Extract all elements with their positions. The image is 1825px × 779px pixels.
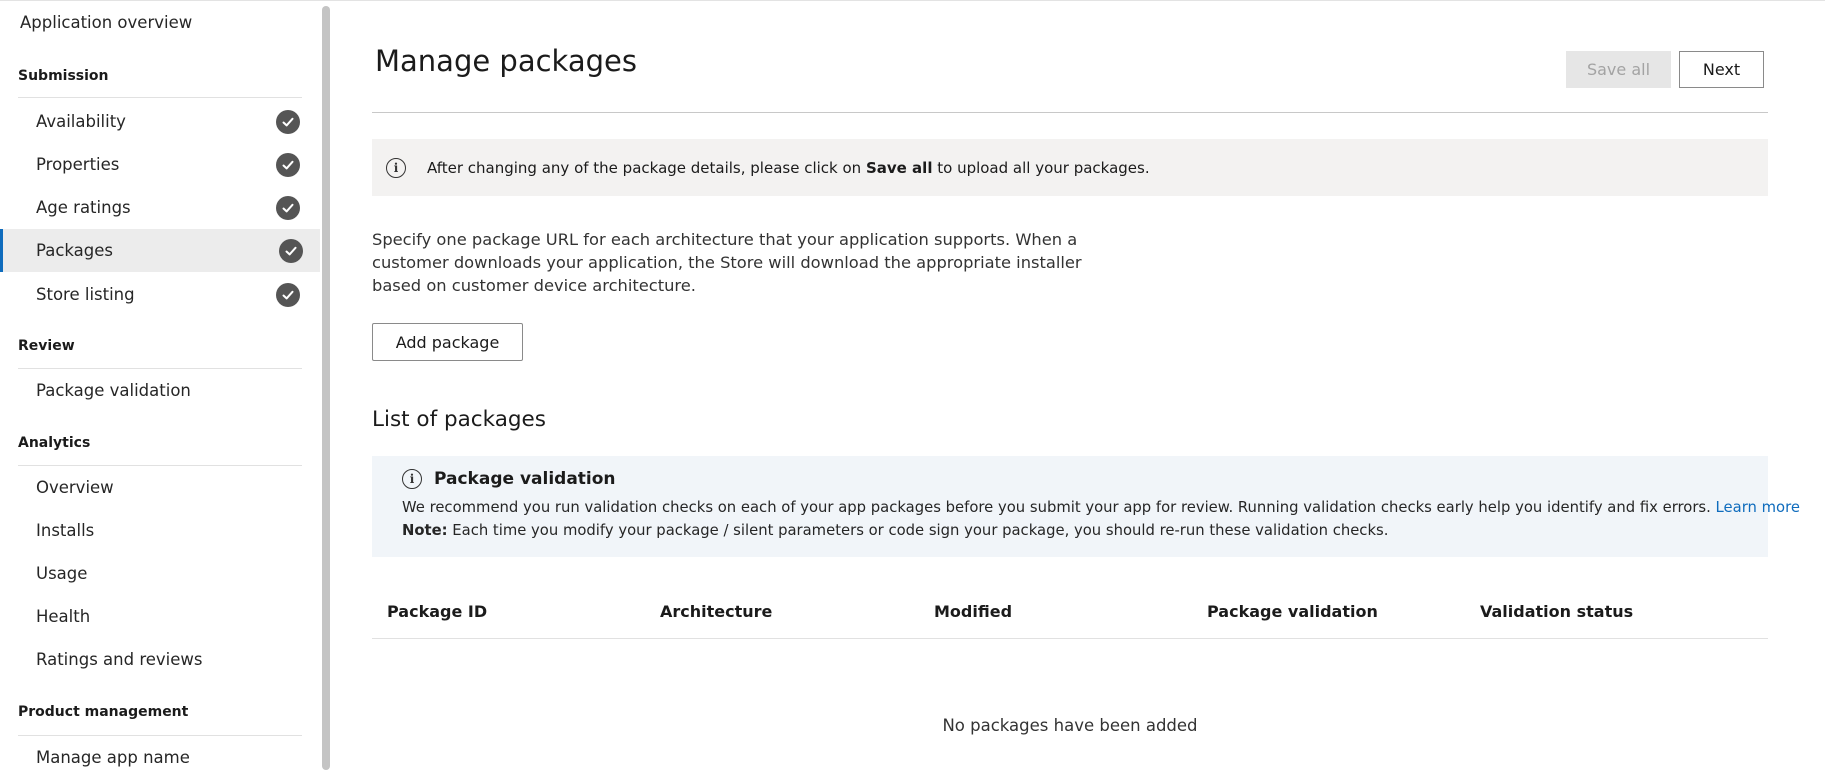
checkmark-circle-icon	[276, 110, 300, 134]
sidebar-item-ratings-and-reviews[interactable]: Ratings and reviews	[0, 638, 320, 681]
package-validation-notice: i Package validation We recommend you ru…	[372, 456, 1800, 557]
application-overview-link[interactable]: Application overview	[20, 13, 192, 32]
sidebar-item-label: Packages	[36, 241, 113, 260]
packages-table-header: Package ID Architecture Modified Package…	[372, 600, 1768, 639]
notice-body: We recommend you run validation checks o…	[402, 499, 1800, 539]
sidebar-item-overview[interactable]: Overview	[0, 466, 320, 509]
sidebar-item-label: Age ratings	[36, 198, 131, 217]
info-icon: i	[386, 157, 406, 178]
sidebar-item-properties[interactable]: Properties	[0, 143, 320, 186]
sidebar-item-label: Ratings and reviews	[36, 650, 203, 669]
sidebar-item-label: Manage app name	[36, 748, 190, 767]
packages-description: Specify one package URL for each archite…	[372, 230, 1082, 295]
section-heading-product-management: Product management	[18, 704, 189, 720]
list-of-packages-heading: List of packages	[372, 407, 546, 432]
sidebar-item-store-listing[interactable]: Store listing	[0, 273, 320, 316]
column-header-validation-status[interactable]: Validation status	[1480, 602, 1633, 621]
sidebar-item-label: Properties	[36, 155, 120, 174]
next-button[interactable]: Next	[1679, 51, 1764, 88]
sidebar-item-label: Availability	[36, 112, 126, 131]
sidebar-item-installs[interactable]: Installs	[0, 509, 320, 552]
column-header-package-id[interactable]: Package ID	[387, 602, 487, 621]
sidebar-item-packages[interactable]: Packages	[0, 229, 320, 272]
sidebar-item-usage[interactable]: Usage	[0, 552, 320, 595]
sidebar-item-label: Store listing	[36, 285, 135, 304]
checkmark-circle-icon	[276, 283, 300, 307]
column-header-modified[interactable]: Modified	[934, 602, 1012, 621]
notice-title: Package validation	[434, 469, 616, 489]
page-title: Manage packages	[375, 44, 637, 78]
checkmark-circle-icon	[276, 196, 300, 220]
column-header-package-validation[interactable]: Package validation	[1207, 602, 1378, 621]
add-package-button[interactable]: Add package	[372, 323, 523, 361]
info-icon: i	[402, 469, 422, 489]
checkmark-circle-icon	[276, 153, 300, 177]
checkmark-circle-icon	[279, 239, 303, 263]
sidebar-item-label: Installs	[36, 521, 95, 540]
sidebar-item-health[interactable]: Health	[0, 595, 320, 638]
learn-more-link[interactable]: Learn more	[1716, 499, 1800, 516]
sidebar-item-label: Package validation	[36, 381, 191, 400]
sidebar-item-label: Overview	[36, 478, 114, 497]
sidebar-item-label: Usage	[36, 564, 88, 583]
sidebar-item-package-validation[interactable]: Package validation	[0, 369, 320, 412]
sidebar-nav: Application overview Submission Availabi…	[0, 0, 330, 775]
info-banner-text: After changing any of the package detail…	[427, 158, 1150, 177]
column-header-architecture[interactable]: Architecture	[660, 602, 772, 621]
section-heading-analytics: Analytics	[18, 435, 91, 451]
sidebar-scrollbar[interactable]	[322, 6, 330, 770]
sidebar-item-manage-app-name[interactable]: Manage app name	[0, 736, 320, 779]
sidebar-item-availability[interactable]: Availability	[0, 100, 320, 143]
header-divider	[372, 112, 1768, 113]
main-content: Manage packages Save all Next i After ch…	[372, 0, 1800, 775]
section-heading-submission: Submission	[18, 68, 109, 84]
info-banner: i After changing any of the package deta…	[372, 139, 1768, 196]
section-heading-review: Review	[18, 338, 75, 354]
sidebar-item-label: Health	[36, 607, 91, 626]
empty-table-message: No packages have been added	[942, 716, 1198, 735]
save-all-button[interactable]: Save all	[1566, 51, 1671, 88]
sidebar-item-age-ratings[interactable]: Age ratings	[0, 186, 320, 229]
section-divider	[18, 97, 302, 98]
